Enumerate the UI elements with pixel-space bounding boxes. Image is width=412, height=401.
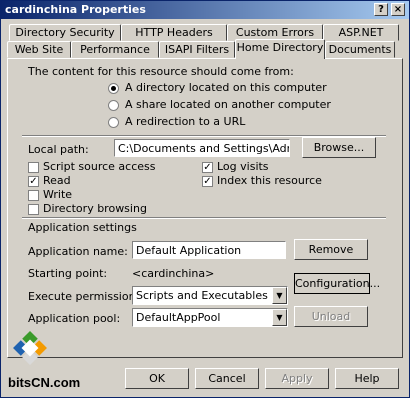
- unload-button[interactable]: Unload: [294, 306, 368, 327]
- read-label[interactable]: Read: [43, 174, 71, 187]
- checkbox-read[interactable]: ✓: [28, 176, 39, 187]
- watermark-logo: bitsCN.com: [2, 330, 94, 398]
- radio-url-redirect[interactable]: [108, 117, 119, 128]
- tab-asp-net[interactable]: ASP.NET: [323, 24, 399, 41]
- window-title: cardinchina Properties: [5, 3, 146, 16]
- home-directory-panel: The content for this resource should com…: [7, 58, 403, 358]
- local-path-label: Local path:: [28, 143, 89, 156]
- chevron-down-icon[interactable]: ▼: [272, 309, 287, 326]
- configuration-button[interactable]: Configuration...: [294, 273, 380, 294]
- checkbox-script-source-access[interactable]: [28, 162, 39, 173]
- bitscn-logo-icon: bitsCN.com: [8, 331, 80, 390]
- tab-web-site[interactable]: Web Site: [7, 41, 71, 58]
- help-title-button[interactable]: ?: [374, 3, 388, 16]
- tab-http-headers[interactable]: HTTP Headers: [121, 24, 227, 41]
- radio-local-directory-label[interactable]: A directory located on this computer: [125, 81, 327, 94]
- app-settings-heading: Application settings: [28, 221, 137, 234]
- directory-browsing-label[interactable]: Directory browsing: [43, 202, 147, 215]
- log-visits-label[interactable]: Log visits: [217, 160, 269, 173]
- tab-directory-security[interactable]: Directory Security: [9, 24, 121, 41]
- cancel-button[interactable]: Cancel: [195, 368, 259, 389]
- title-bar[interactable]: cardinchina Properties ? ×: [1, 1, 409, 19]
- tab-isapi-filters[interactable]: ISAPI Filters: [159, 41, 235, 58]
- tab-performance[interactable]: Performance: [71, 41, 159, 58]
- remove-button[interactable]: Remove: [294, 239, 368, 260]
- checkbox-index-resource[interactable]: ✓: [202, 176, 213, 187]
- radio-selected-dot: [111, 86, 116, 91]
- app-pool-select[interactable]: DefaultAppPool ▼: [132, 308, 288, 327]
- apply-button[interactable]: Apply: [265, 368, 329, 389]
- help-button[interactable]: Help: [335, 368, 399, 389]
- tab-documents[interactable]: Documents: [325, 41, 395, 58]
- radio-local-directory[interactable]: [108, 83, 119, 94]
- checkbox-log-visits[interactable]: ✓: [202, 162, 213, 173]
- app-name-input[interactable]: Default Application: [132, 241, 286, 259]
- write-label[interactable]: Write: [43, 188, 72, 201]
- checkbox-directory-browsing[interactable]: [28, 204, 39, 215]
- radio-url-redirect-label[interactable]: A redirection to a URL: [125, 115, 245, 128]
- starting-point-label: Starting point:: [28, 267, 108, 280]
- radio-network-share-label[interactable]: A share located on another computer: [125, 98, 331, 111]
- index-resource-label[interactable]: Index this resource: [217, 174, 322, 187]
- script-source-access-label[interactable]: Script source access: [43, 160, 156, 173]
- execute-permissions-label: Execute permissions:: [28, 290, 145, 303]
- watermark-text: bitsCN.com: [8, 375, 80, 390]
- app-settings-divider: [22, 217, 386, 219]
- browse-button[interactable]: Browse...: [302, 137, 376, 158]
- starting-point-value: <cardinchina>: [132, 267, 215, 280]
- radio-network-share[interactable]: [108, 100, 119, 111]
- app-name-label: Application name:: [28, 245, 128, 258]
- checkbox-write[interactable]: [28, 190, 39, 201]
- close-title-button[interactable]: ×: [391, 3, 405, 16]
- execute-permissions-select[interactable]: Scripts and Executables ▼: [132, 286, 288, 305]
- chevron-down-icon[interactable]: ▼: [272, 287, 287, 304]
- app-pool-label: Application pool:: [28, 312, 121, 325]
- execute-permissions-value: Scripts and Executables: [136, 289, 268, 302]
- content-source-heading: The content for this resource should com…: [28, 65, 294, 78]
- app-pool-value: DefaultAppPool: [136, 311, 221, 324]
- local-path-input[interactable]: C:\Documents and Settings\Administrato: [114, 139, 290, 157]
- tab-home-directory[interactable]: Home Directory: [235, 39, 325, 59]
- ok-button[interactable]: OK: [125, 368, 189, 389]
